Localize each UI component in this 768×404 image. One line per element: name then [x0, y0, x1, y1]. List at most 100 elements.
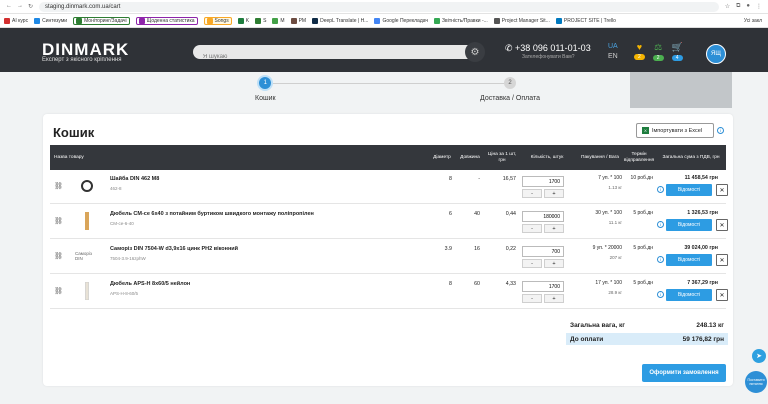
to-pay-label: До оплати: [570, 335, 604, 343]
quantity-minus-button[interactable]: -: [522, 189, 542, 198]
info-icon[interactable]: i: [657, 256, 664, 263]
quantity-input[interactable]: [522, 281, 564, 292]
excel-icon: X: [642, 127, 649, 134]
compare-button[interactable]: ⚖ 2: [652, 42, 664, 61]
browser-url-bar: ← → ↻ staging.dinmark.com.ua/cart ☆ ⧉ ● …: [0, 0, 768, 14]
bookmark-item[interactable]: DeepL Translate | Н...: [312, 17, 368, 24]
step-number: 2: [503, 77, 516, 89]
bookmark-favicon-icon: [555, 17, 562, 24]
import-excel-label: Імпортувати з Excel: [652, 127, 703, 134]
info-icon[interactable]: i: [657, 291, 664, 298]
length-value: 16: [474, 246, 480, 252]
phone-text: +38 096 011-01-03: [515, 43, 591, 53]
quantity-minus-button[interactable]: -: [522, 224, 542, 233]
menu-icon[interactable]: ⋮: [756, 3, 762, 10]
link-icon[interactable]: ⛓: [54, 287, 63, 295]
bookmark-item[interactable]: Звітність/Правки -...: [434, 17, 488, 24]
remove-item-button[interactable]: ✕: [716, 184, 728, 196]
product-thumbnail[interactable]: [75, 281, 99, 301]
analog-button[interactable]: Відомості: [666, 289, 712, 301]
profile-icon[interactable]: ●: [746, 3, 750, 10]
bookmark-item[interactable]: Щоденна статистика: [135, 16, 198, 25]
remove-item-button[interactable]: ✕: [716, 254, 728, 266]
analog-button[interactable]: Відомості: [666, 254, 712, 266]
product-thumbnail[interactable]: Саморіз DIN: [75, 246, 99, 266]
step-delivery[interactable]: 2 Доставка / Оплата: [480, 77, 540, 102]
search-icon[interactable]: ⚙: [465, 42, 485, 62]
analog-button[interactable]: Відомості: [666, 219, 712, 231]
bookmark-item[interactable]: Project Manager Sit...: [493, 17, 550, 24]
thumbnail-alt-text: Саморіз DIN: [75, 251, 92, 261]
forward-icon[interactable]: →: [17, 3, 23, 10]
search-input[interactable]: [193, 50, 443, 64]
table-row: ⛓ Дюбель CM-ce 6x40 з потайним буртиком …: [50, 205, 728, 239]
product-thumbnail[interactable]: [75, 176, 99, 196]
step-label: Доставка / Оплата: [480, 95, 540, 102]
bookmark-item[interactable]: PM: [290, 17, 306, 24]
phone-number[interactable]: ✆ +38 096 011-01-03: [505, 43, 591, 54]
pack-info: 30 уп. * 100 11.1 кг: [577, 210, 622, 225]
extensions-icon[interactable]: ⧉: [736, 3, 740, 10]
bookmark-item[interactable]: Синтезуми: [34, 17, 67, 24]
product-name[interactable]: Саморіз DIN 7504-W d3,9x16 цинк PH2 віко…: [110, 246, 330, 252]
quantity-minus-button[interactable]: -: [522, 294, 542, 303]
all-bookmarks[interactable]: Усі закл: [744, 18, 768, 24]
step-cart[interactable]: 1 Кошик: [255, 77, 276, 102]
bookmark-favicon-icon: [374, 17, 381, 24]
quantity-plus-button[interactable]: +: [544, 294, 564, 303]
product-name[interactable]: Дюбель APS-H 8x60/5 нейлон: [110, 281, 330, 287]
bookmark-item[interactable]: K: [237, 17, 249, 24]
lang-ua[interactable]: UA: [608, 43, 618, 50]
compare-badge: 2: [652, 55, 664, 61]
favorites-button[interactable]: ♥ 2: [634, 42, 645, 61]
bookmark-item[interactable]: PROJECT SITE | Trello: [555, 17, 616, 24]
link-icon[interactable]: ⛓: [54, 182, 63, 190]
bookmark-item[interactable]: S: [255, 17, 267, 24]
quantity-input[interactable]: [522, 211, 564, 222]
bookmark-favicon-icon: [312, 17, 319, 24]
star-icon[interactable]: ☆: [725, 3, 730, 10]
quantity-minus-button[interactable]: -: [522, 259, 542, 268]
user-avatar[interactable]: ЯЩ: [706, 44, 726, 64]
bookmark-item[interactable]: Google Перекладач: [374, 17, 428, 24]
address-field[interactable]: staging.dinmark.com.ua/cart: [39, 1, 719, 12]
product-name[interactable]: Дюбель CM-ce 6x40 з потайним буртиком шв…: [110, 211, 330, 217]
info-icon[interactable]: i: [657, 221, 664, 228]
product-name[interactable]: Шайба DIN 462 M8: [110, 176, 330, 182]
feedback-button[interactable]: Поставити питання: [745, 371, 767, 393]
place-order-button[interactable]: Оформити замовлення: [642, 364, 726, 382]
table-row: ⛓ Саморіз DIN Саморіз DIN 7504-W d3,9x16…: [50, 240, 728, 274]
quantity-plus-button[interactable]: +: [544, 259, 564, 268]
col-diameter: Діаметр: [433, 154, 451, 160]
callback-link[interactable]: Зателефонувати Вам?: [522, 54, 574, 60]
bookmark-item[interactable]: AI курс: [4, 17, 28, 24]
quantity-input[interactable]: [522, 246, 564, 257]
cart-button[interactable]: 🛒 4: [672, 42, 683, 61]
product-thumbnail[interactable]: [75, 211, 99, 231]
bookmark-item[interactable]: Songs: [203, 16, 232, 25]
info-icon[interactable]: i: [717, 127, 724, 134]
analog-button[interactable]: Відомості: [666, 184, 712, 196]
reload-icon[interactable]: ↻: [28, 3, 33, 10]
import-excel-button[interactable]: X Імпортувати з Excel: [636, 123, 714, 138]
bookmark-favicon-icon: [255, 17, 262, 24]
bookmark-label: S: [263, 17, 267, 24]
link-icon[interactable]: ⛓: [54, 217, 63, 225]
bookmark-label: Щоденна статистика: [146, 17, 195, 24]
quantity-plus-button[interactable]: +: [544, 224, 564, 233]
remove-item-button[interactable]: ✕: [716, 219, 728, 231]
bookmark-favicon-icon: [237, 17, 244, 24]
bookmark-label: PROJECT SITE | Trello: [563, 17, 616, 24]
page-title: Кошик: [53, 125, 95, 140]
lang-en[interactable]: EN: [608, 53, 618, 60]
remove-item-button[interactable]: ✕: [716, 289, 728, 301]
col-length: Довжина: [460, 154, 480, 160]
bookmark-item[interactable]: M: [272, 17, 285, 24]
link-icon[interactable]: ⛓: [54, 252, 63, 260]
bookmark-item[interactable]: Моніторинг/Задачі: [73, 16, 130, 25]
back-icon[interactable]: ←: [6, 3, 12, 10]
quantity-plus-button[interactable]: +: [544, 189, 564, 198]
telegram-icon[interactable]: ➤: [752, 349, 766, 363]
info-icon[interactable]: i: [657, 186, 664, 193]
quantity-input[interactable]: [522, 176, 564, 187]
